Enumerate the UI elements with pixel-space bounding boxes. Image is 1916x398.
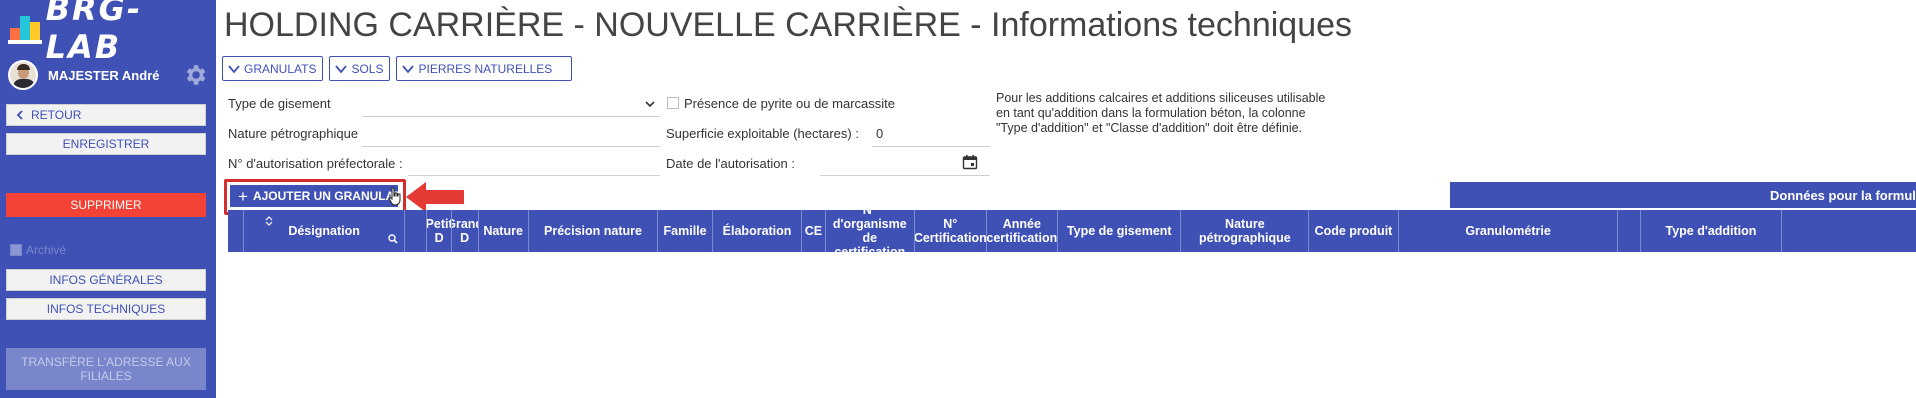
tab-sols[interactable]: SOLS xyxy=(329,56,391,81)
chevron-down-icon xyxy=(335,64,348,73)
avatar[interactable] xyxy=(8,60,38,90)
column-label: Famille xyxy=(663,224,707,238)
petro-nature-input[interactable] xyxy=(362,146,660,147)
column-grand-d[interactable]: Grand D xyxy=(452,210,479,252)
group-header-label: Données pour la formulation xyxy=(1770,187,1916,203)
column-elaboration[interactable]: Élaboration xyxy=(713,210,803,252)
column-label: Grand D xyxy=(452,217,478,245)
column-select[interactable] xyxy=(228,210,245,252)
sort-icon[interactable] xyxy=(264,216,274,226)
column-label: Petit D xyxy=(427,217,452,245)
petro-nature-label: Nature pétrographique xyxy=(228,126,359,141)
archive-checkbox[interactable]: Archivé xyxy=(10,243,66,257)
column-label: Nature xyxy=(483,224,523,238)
chevron-left-icon xyxy=(16,110,23,120)
column-label: N° d'organisme de certification xyxy=(832,210,907,252)
user-name: MAJESTER André xyxy=(48,67,160,83)
sidebar: BRG-LAB MAJESTER André RETOUR ENREGISTRE… xyxy=(0,0,216,398)
column-type-gisement[interactable]: Type de gisement xyxy=(1058,210,1182,252)
category-tabs: GRANULATS SOLS PIERRES NATURELLES xyxy=(222,56,573,81)
hand-cursor-icon xyxy=(388,187,401,206)
column-ce[interactable]: CE xyxy=(802,210,826,252)
area-label: Superficie exploitable (hectares) : xyxy=(666,126,859,141)
column-label: Désignation xyxy=(288,224,360,238)
column-annee-certification[interactable]: Année certification xyxy=(987,210,1059,252)
page-title: HOLDING CARRIÈRE - NOUVELLE CARRIÈRE - I… xyxy=(224,6,1353,44)
search-icon[interactable] xyxy=(388,234,398,244)
column-granulometrie[interactable]: Granulométrie xyxy=(1399,210,1619,252)
column-label: Précision nature xyxy=(544,224,642,238)
column-label: Code produit xyxy=(1314,224,1393,238)
column-designation[interactable]: Désignation xyxy=(244,210,406,252)
dropdown-arrow-icon[interactable] xyxy=(645,101,655,107)
delete-button[interactable]: SUPPRIMER xyxy=(6,193,206,217)
addition-info-note: Pour les additions calcaires et addition… xyxy=(996,91,1326,135)
pyrite-checkbox[interactable] xyxy=(667,97,679,109)
column-numero-certification[interactable]: N° Certification xyxy=(915,210,987,252)
delete-label: SUPPRIMER xyxy=(70,198,142,212)
save-button[interactable]: ENREGISTRER xyxy=(6,133,206,155)
pyrite-label: Présence de pyrite ou de marcassite xyxy=(684,96,895,111)
chevron-down-icon xyxy=(228,64,240,73)
prefectoral-auth-input[interactable] xyxy=(408,175,660,176)
column-code-produit[interactable]: Code produit xyxy=(1309,210,1399,252)
deposit-type-select[interactable] xyxy=(362,116,660,117)
column-next[interactable] xyxy=(1782,210,1916,252)
logo-mark-icon xyxy=(6,8,44,48)
general-info-label: INFOS GÉNÉRALES xyxy=(49,273,163,287)
tab-pierres-naturelles[interactable]: PIERRES NATURELLES xyxy=(396,56,573,81)
back-button[interactable]: RETOUR xyxy=(6,104,206,126)
save-label: ENREGISTRER xyxy=(62,137,150,151)
column-label: Type de gisement xyxy=(1066,224,1172,238)
auth-date-label: Date de l'autorisation : xyxy=(666,156,795,171)
grid-header: Désignation Petit D Grand D Nature Préci… xyxy=(228,210,1916,252)
column-label: Granulométrie xyxy=(1465,224,1551,238)
column-type-addition[interactable]: Type d'addition xyxy=(1641,210,1783,252)
archive-label: Archivé xyxy=(26,243,67,257)
tab-label: SOLS xyxy=(351,61,384,76)
user-profile: MAJESTER André xyxy=(8,58,208,92)
area-input[interactable] xyxy=(872,146,990,147)
column-blank-2[interactable] xyxy=(1618,210,1641,252)
column-nature[interactable]: Nature xyxy=(479,210,529,252)
auth-date-input[interactable] xyxy=(820,175,990,176)
tab-label: GRANULATS xyxy=(244,61,317,76)
transfer-address-label: TRANSFÈRE L'ADRESSE AUX FILIALES xyxy=(21,355,191,383)
tab-granulats[interactable]: GRANULATS xyxy=(222,56,324,81)
transfer-address-button[interactable]: TRANSFÈRE L'ADRESSE AUX FILIALES xyxy=(6,348,206,390)
column-petit-d[interactable]: Petit D xyxy=(427,210,452,252)
column-famille[interactable]: Famille xyxy=(658,210,713,252)
tab-label: PIERRES NATURELLES xyxy=(418,61,553,76)
checkbox-icon xyxy=(10,244,22,256)
general-info-button[interactable]: INFOS GÉNÉRALES xyxy=(6,269,206,291)
technical-info-button[interactable]: INFOS TECHNIQUES xyxy=(6,298,206,320)
column-label: N° Certification xyxy=(915,217,987,245)
column-organisme-certification[interactable]: N° d'organisme de certification xyxy=(826,210,915,252)
area-value: 0 xyxy=(876,126,884,141)
column-blank[interactable] xyxy=(405,210,428,252)
deposit-type-label: Type de gisement xyxy=(228,96,331,111)
back-label: RETOUR xyxy=(31,108,82,122)
chevron-down-icon xyxy=(402,64,415,73)
formulation-group-header: Données pour la formulation xyxy=(1450,182,1916,208)
column-label: Type d'addition xyxy=(1665,224,1757,238)
calendar-icon[interactable] xyxy=(962,154,978,170)
column-nature-petrographique[interactable]: Nature pétrographique xyxy=(1181,210,1310,252)
column-label: Nature pétrographique xyxy=(1199,217,1291,245)
column-label: CE xyxy=(804,224,823,238)
column-label: Élaboration xyxy=(722,224,792,238)
column-precision-nature[interactable]: Précision nature xyxy=(529,210,659,252)
app-logo: BRG-LAB xyxy=(6,0,216,66)
logo-text: BRG-LAB xyxy=(45,0,143,66)
gear-icon[interactable] xyxy=(182,62,208,88)
column-label: Année certification xyxy=(986,217,1058,245)
prefectoral-auth-label: N° d'autorisation préfectorale : xyxy=(228,156,403,171)
technical-info-label: INFOS TECHNIQUES xyxy=(46,302,166,316)
